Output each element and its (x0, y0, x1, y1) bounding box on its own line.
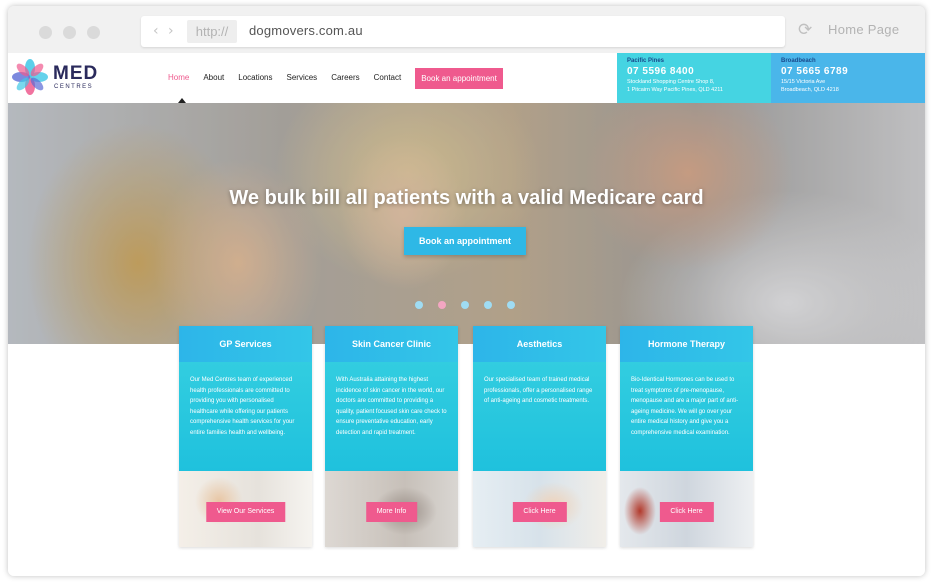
hero-banner: We bulk bill all patients with a valid M… (8, 103, 925, 344)
service-card-title[interactable]: Skin Cancer Clinic (325, 326, 458, 362)
service-card-title[interactable]: Aesthetics (473, 326, 606, 362)
reload-icon[interactable]: ⟳ (798, 20, 812, 40)
view-our-services-button[interactable]: View Our Services (205, 502, 286, 522)
location-broadbeach[interactable]: Broadbeach 07 5665 6789 15/15 Victoria A… (771, 53, 925, 103)
address-bar[interactable]: ‹ › http:// dogmovers.com.au (141, 16, 785, 47)
service-card-text: Our specialised team of trained medical … (473, 362, 606, 471)
logo-title[interactable]: MED (53, 64, 98, 83)
service-card-image: Click Here (620, 471, 753, 547)
location-name: Broadbeach (781, 58, 816, 64)
url-protocol: http:// (187, 20, 237, 43)
service-card-text: With Australia attaining the highest inc… (325, 362, 458, 471)
location-phone[interactable]: 07 5596 8400 (627, 65, 771, 78)
website: MED CENTRES Home About Locations Service… (8, 53, 925, 576)
location-pacific-pines[interactable]: Pacific Pines 07 5596 8400 Stockland Sho… (617, 53, 771, 103)
nav-about[interactable]: About (203, 67, 224, 89)
back-arrow-icon[interactable]: ‹ (153, 23, 159, 39)
nav-careers[interactable]: Careers (331, 67, 359, 89)
logo-flower-icon[interactable] (12, 59, 48, 95)
location-name: Pacific Pines (627, 58, 665, 64)
more-info-button[interactable]: More Info (365, 502, 418, 522)
home-page-link[interactable]: Home Page (828, 22, 899, 37)
slider-dot[interactable] (507, 301, 515, 309)
main-nav: Home About Locations Services Careers Co… (168, 67, 503, 89)
slider-dots (415, 301, 530, 309)
service-card-title[interactable]: Hormone Therapy (620, 326, 753, 362)
forward-arrow-icon[interactable]: › (168, 23, 174, 39)
service-card-aesthetics: Aesthetics Our specialised team of train… (473, 326, 606, 547)
logo-subtitle: CENTRES (54, 84, 94, 90)
book-appointment-nav-button[interactable]: Book an appointment (415, 67, 503, 89)
service-card-hormone-therapy: Hormone Therapy Bio-Identical Hormones c… (620, 326, 753, 547)
slider-dot[interactable] (484, 301, 492, 309)
nav-locations[interactable]: Locations (238, 67, 272, 89)
window-minimize-dot[interactable] (63, 26, 76, 39)
site-header: MED CENTRES Home About Locations Service… (8, 53, 925, 103)
browser-window: ‹ › http:// dogmovers.com.au ⟳ Home Page… (8, 6, 925, 576)
url-text[interactable]: dogmovers.com.au (249, 23, 363, 38)
service-card-image: Click Here (473, 471, 606, 547)
browser-toolbar: ‹ › http:// dogmovers.com.au ⟳ Home Page (8, 6, 925, 53)
nav-home[interactable]: Home (168, 67, 189, 89)
service-card-image: View Our Services (179, 471, 312, 547)
slider-dot[interactable] (415, 301, 423, 309)
hero-book-appointment-button[interactable]: Book an appointment (404, 227, 526, 255)
hormone-click-here-button[interactable]: Click Here (659, 502, 714, 522)
service-card-text: Our Med Centres team of experienced heal… (179, 362, 312, 471)
service-card-skin-cancer: Skin Cancer Clinic With Australia attain… (325, 326, 458, 547)
service-card-image: More Info (325, 471, 458, 547)
window-close-dot[interactable] (39, 26, 52, 39)
service-card-title[interactable]: GP Services (179, 326, 312, 362)
window-maximize-dot[interactable] (87, 26, 100, 39)
location-address-line: Broadbeach, QLD 4218 (781, 87, 839, 93)
location-address-line: 1 Pitcairn Way Pacific Pines, QLD 4211 (627, 87, 723, 93)
location-phone[interactable]: 07 5665 6789 (781, 65, 925, 78)
nav-contact[interactable]: Contact (374, 67, 402, 89)
service-card-gp: GP Services Our Med Centres team of expe… (179, 326, 312, 547)
location-address-line: Stockland Shopping Centre Shop 8, (627, 79, 715, 85)
location-address-line: 15/15 Victoria Ave (781, 79, 826, 85)
hero-title: We bulk bill all patients with a valid M… (229, 187, 704, 209)
service-card-text: Bio-Identical Hormones can be used to tr… (620, 362, 753, 471)
aesthetics-click-here-button[interactable]: Click Here (512, 502, 567, 522)
slider-dot[interactable] (461, 301, 469, 309)
nav-services[interactable]: Services (287, 67, 318, 89)
slider-dot-active[interactable] (438, 301, 446, 309)
